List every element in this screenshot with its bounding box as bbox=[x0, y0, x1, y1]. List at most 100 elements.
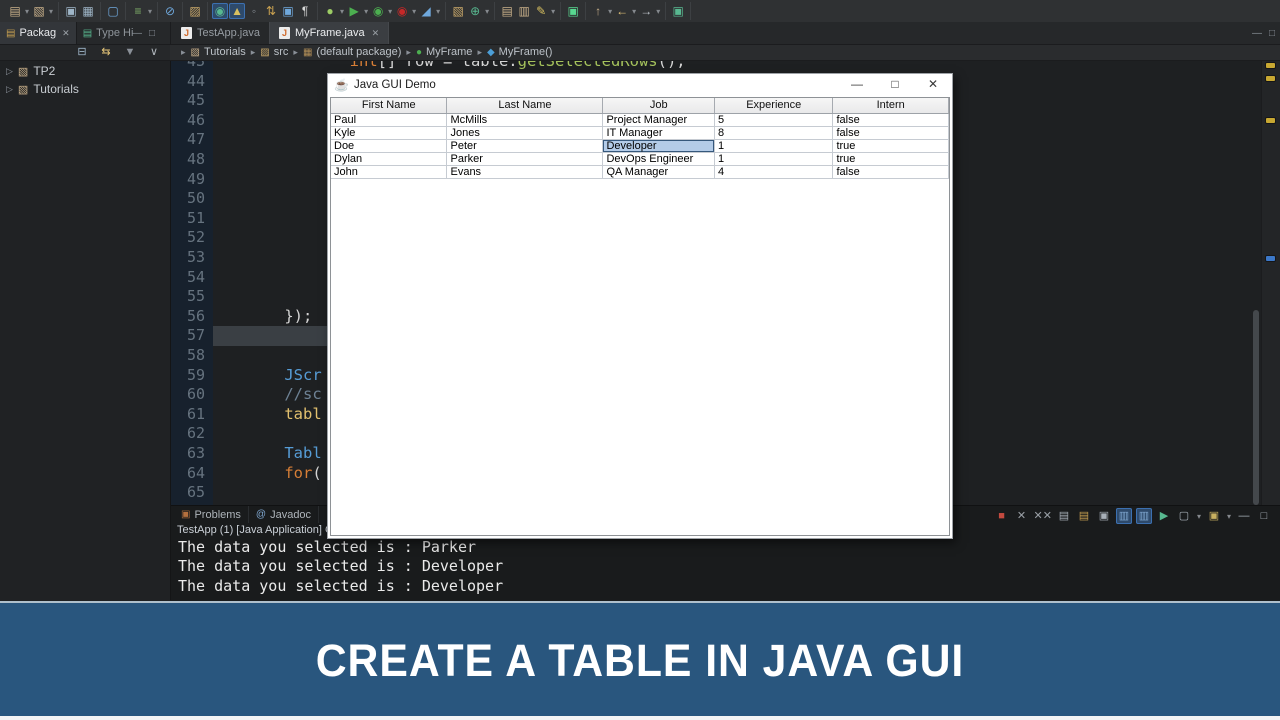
table-cell[interactable]: 5 bbox=[715, 114, 834, 127]
breadcrumb-item-method[interactable]: ◆ MyFrame() bbox=[487, 46, 552, 58]
forward-icon[interactable]: → bbox=[638, 3, 654, 19]
table-cell[interactable]: Jones bbox=[447, 127, 604, 140]
table-row[interactable]: John Evans QA Manager 4 false bbox=[331, 166, 949, 179]
column-header-intern[interactable]: Intern bbox=[833, 98, 949, 113]
table-cell[interactable]: Kyle bbox=[331, 127, 448, 140]
dropdown-arrow-icon[interactable]: ▾ bbox=[148, 7, 152, 16]
table-cell[interactable]: 1 bbox=[715, 153, 834, 166]
table-row[interactable]: Kyle Jones IT Manager 8 false bbox=[331, 127, 949, 140]
table-cell[interactable]: Developer bbox=[603, 140, 715, 153]
table-row[interactable]: Dylan Parker DevOps Engineer 1 true bbox=[331, 153, 949, 166]
editor-scrollbar[interactable] bbox=[1253, 310, 1259, 505]
table-cell[interactable]: John bbox=[331, 166, 448, 179]
dropdown-arrow-icon[interactable]: ▾ bbox=[656, 7, 660, 16]
table-scrollpane[interactable]: First Name Last Name Job Experience Intern P… bbox=[330, 97, 950, 536]
column-header-experience[interactable]: Experience bbox=[715, 98, 834, 113]
column-header-job[interactable]: Job bbox=[603, 98, 715, 113]
table-row[interactable]: Paul McMills Project Manager 5 false bbox=[331, 114, 949, 127]
tree-item-tutorials[interactable]: ▷ ▧ Tutorials bbox=[0, 81, 170, 97]
filter-icon[interactable]: ▼ bbox=[122, 44, 138, 60]
expand-arrow-icon[interactable]: ▷ bbox=[6, 84, 13, 95]
new-wizard-icon[interactable]: ▤ bbox=[7, 3, 23, 19]
word-wrap-icon[interactable]: ▥ bbox=[1135, 508, 1152, 524]
table-cell[interactable]: 8 bbox=[715, 127, 834, 140]
external-tools-icon[interactable]: ◢ bbox=[418, 3, 434, 19]
dropdown-arrow-icon[interactable]: ▾ bbox=[388, 7, 392, 16]
show-selected-element-icon[interactable]: ▣ bbox=[280, 3, 296, 19]
table-cell[interactable]: Paul bbox=[331, 114, 448, 127]
run-icon[interactable]: ▶ bbox=[346, 3, 362, 19]
marketplace-icon[interactable]: ▣ bbox=[565, 3, 581, 19]
table-cell[interactable]: false bbox=[833, 166, 949, 179]
view-tab-packag[interactable]: ▤ Packag ✕ bbox=[0, 22, 77, 44]
breadcrumb-item-package[interactable]: ▦ (default package) bbox=[303, 46, 401, 58]
window-title-bar[interactable]: ☕ Java GUI Demo — □ ✕ bbox=[328, 74, 952, 95]
mark-occurrences-icon[interactable]: ◉ bbox=[212, 3, 229, 19]
console-tab-problems[interactable]: ▣ Problems bbox=[174, 506, 249, 523]
dropdown-arrow-icon[interactable]: ▾ bbox=[49, 7, 53, 16]
table-cell[interactable]: 1 bbox=[715, 140, 834, 153]
table-cell[interactable]: true bbox=[833, 140, 949, 153]
new-java-project-icon[interactable]: ▧ bbox=[31, 3, 47, 19]
table-cell[interactable]: QA Manager bbox=[603, 166, 715, 179]
dropdown-arrow-icon[interactable]: ▾ bbox=[485, 7, 489, 16]
maximize-view-icon[interactable]: □ bbox=[149, 28, 155, 39]
search-dialog-icon[interactable]: ✎ bbox=[533, 3, 549, 19]
new-package-icon[interactable]: ▧ bbox=[450, 3, 466, 19]
maximize-view-icon[interactable]: □ bbox=[1256, 508, 1272, 524]
show-stdout-changes-icon[interactable]: ▤ bbox=[1056, 508, 1072, 524]
close-tab-icon[interactable]: ✕ bbox=[62, 28, 70, 39]
show-whitespace-icon[interactable]: ¶ bbox=[297, 3, 313, 19]
column-header-first-name[interactable]: First Name bbox=[331, 98, 448, 113]
save-all-icon[interactable]: ▦ bbox=[80, 3, 96, 19]
open-console-icon[interactable]: ▣ bbox=[1206, 508, 1222, 524]
dropdown-arrow-icon[interactable]: ▾ bbox=[551, 7, 555, 16]
close-button[interactable]: ✕ bbox=[914, 74, 952, 95]
table-cell[interactable]: true bbox=[833, 153, 949, 166]
tree-item-tp2[interactable]: ▷ ▧ TP2 bbox=[0, 63, 170, 79]
ruler-marker[interactable] bbox=[1266, 256, 1275, 261]
scroll-lock-icon[interactable]: ▥ bbox=[1115, 508, 1132, 524]
new-class-icon[interactable]: ⊕ bbox=[467, 3, 483, 19]
dropdown-arrow-icon[interactable]: ▾ bbox=[1197, 512, 1201, 521]
table-cell[interactable]: DevOps Engineer bbox=[603, 153, 715, 166]
breadcrumb-item-source-folder[interactable]: ▨ src bbox=[260, 46, 288, 58]
breadcrumb-item-project[interactable]: ▧ Tutorials bbox=[191, 46, 246, 58]
dropdown-arrow-icon[interactable]: ▾ bbox=[412, 7, 416, 16]
editor-tab-myframe.java[interactable]: J MyFrame.java ✕ bbox=[268, 22, 390, 44]
remove-launch-icon[interactable]: ✕ bbox=[1014, 508, 1030, 524]
synchronize-icon[interactable]: ⇅ bbox=[263, 3, 279, 19]
open-folder-icon[interactable]: ▨ bbox=[187, 3, 203, 19]
table-cell[interactable]: Peter bbox=[447, 140, 604, 153]
console-tab-javadoc[interactable]: @ Javadoc bbox=[249, 506, 320, 523]
link-with-editor-icon[interactable]: ⇆ bbox=[98, 44, 114, 60]
java-gui-demo-window[interactable]: ☕ Java GUI Demo — □ ✕ First Name Last Name J… bbox=[327, 73, 953, 539]
dropdown-arrow-icon[interactable]: ▾ bbox=[632, 7, 636, 16]
maximize-editor-icon[interactable]: □ bbox=[1269, 28, 1275, 39]
ruler-marker[interactable] bbox=[1266, 63, 1275, 68]
table-cell[interactable]: Doe bbox=[331, 140, 448, 153]
table-cell[interactable]: McMills bbox=[447, 114, 604, 127]
maximize-button[interactable]: □ bbox=[876, 74, 914, 95]
dropdown-arrow-icon[interactable]: ▾ bbox=[608, 7, 612, 16]
back-icon[interactable]: ← bbox=[614, 3, 630, 19]
console-window-icon[interactable]: ▢ bbox=[105, 3, 121, 19]
build-all-icon[interactable]: ≡ bbox=[130, 3, 146, 19]
pin-console-icon[interactable]: ▣ bbox=[1096, 508, 1112, 524]
table-cell[interactable]: Evans bbox=[447, 166, 604, 179]
clear-console-icon[interactable]: ▶ bbox=[1156, 508, 1172, 524]
editor-tab-testapp.java[interactable]: J TestApp.java bbox=[172, 22, 269, 44]
debug-icon[interactable]: ◉ bbox=[370, 3, 386, 19]
table-cell[interactable]: 4 bbox=[715, 166, 834, 179]
ruler-marker[interactable] bbox=[1266, 118, 1275, 123]
minimize-editor-icon[interactable]: — bbox=[1252, 28, 1262, 39]
table-cell[interactable]: false bbox=[833, 127, 949, 140]
profile-icon[interactable]: ◉ bbox=[394, 3, 410, 19]
annotation-navigation-icon[interactable]: ↑ bbox=[590, 3, 606, 19]
remove-all-terminated-icon[interactable]: ✕✕ bbox=[1034, 508, 1052, 524]
terminate-icon[interactable]: ■ bbox=[994, 508, 1010, 524]
dropdown-arrow-icon[interactable]: ▾ bbox=[436, 7, 440, 16]
dropdown-arrow-icon[interactable]: ▾ bbox=[1227, 512, 1231, 521]
ruler-marker[interactable] bbox=[1266, 76, 1275, 81]
minimize-button[interactable]: — bbox=[838, 74, 876, 95]
